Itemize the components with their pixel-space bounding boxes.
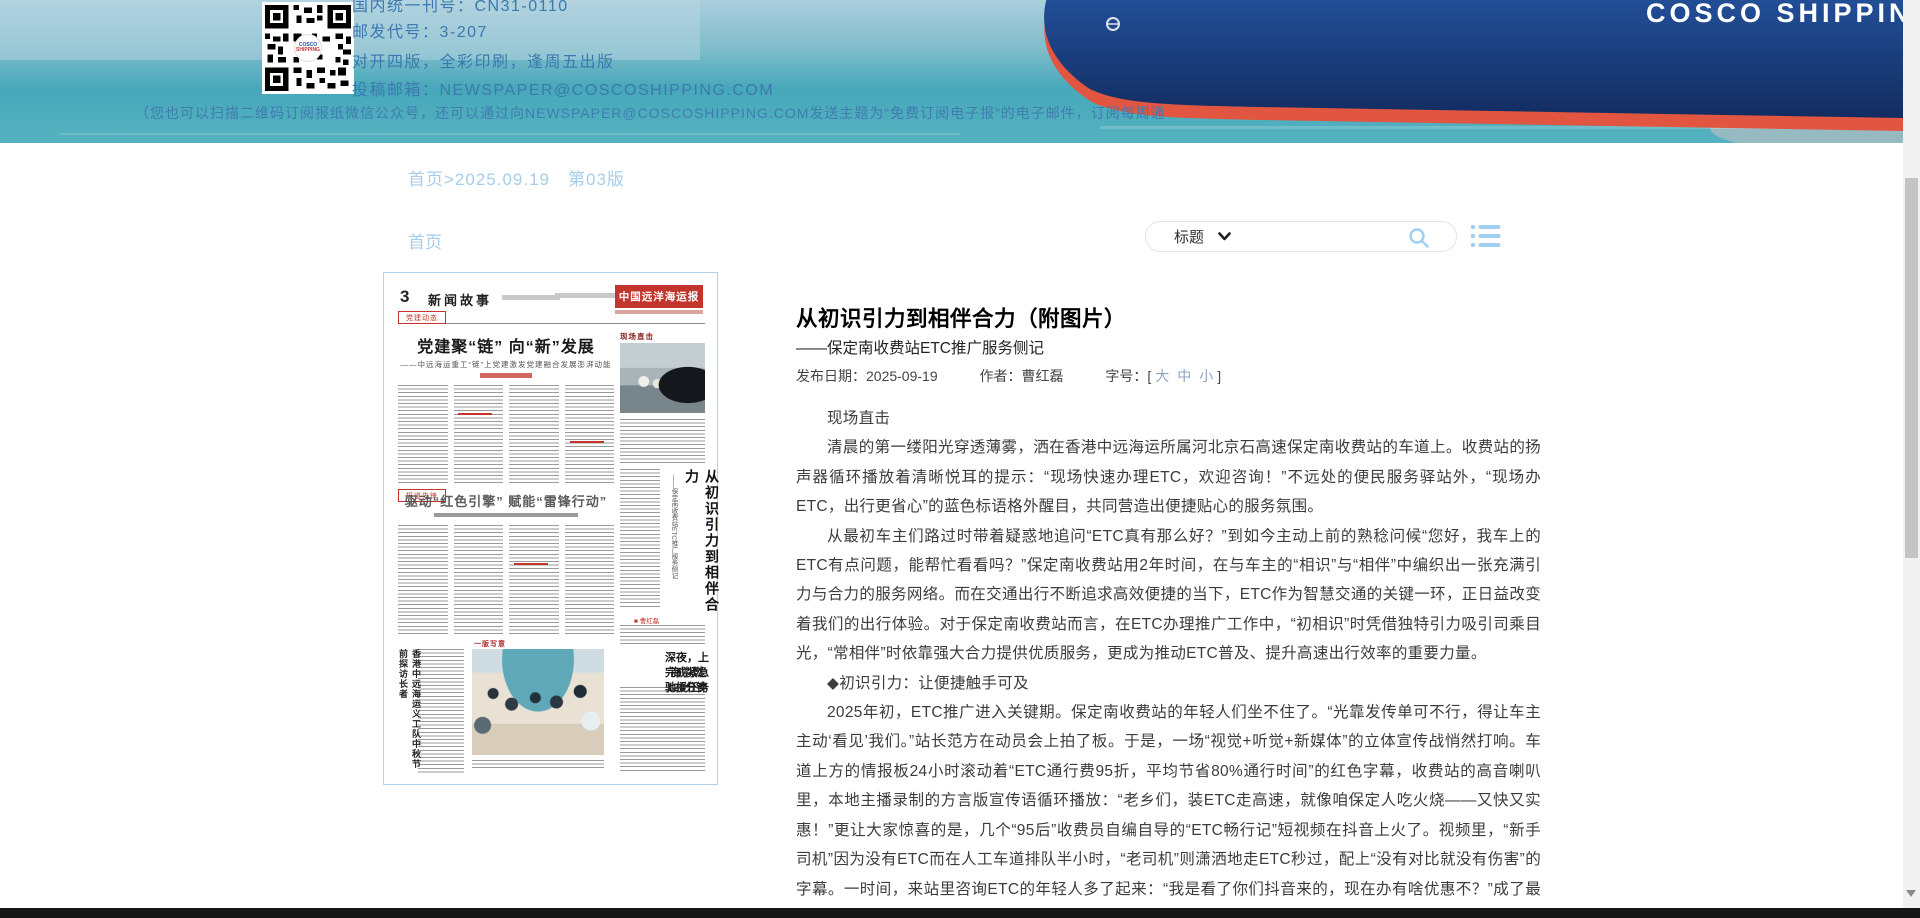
newspaper-page-thumbnail[interactable]: 3 新闻故事 中国远洋海运报 党建动态 党建聚“链” 向“新”发展 ——中远海运…: [383, 272, 718, 785]
article-paragraph: 从最初车主们路过时带着疑惑地追问“ETC真有那么好？”到如今主动上前的熟稔问候“…: [796, 522, 1541, 669]
article-body: 现场直击清晨的第一缕阳光穿透薄雾，洒在香港中远海运所属河北京石高速保定南收费站的…: [796, 404, 1541, 918]
footer-bar: [0, 908, 1920, 918]
search-icon[interactable]: [1408, 227, 1430, 249]
scrollbar-thumb[interactable]: [1905, 178, 1918, 558]
breadcrumb[interactable]: 首页>2025.09.19 第03版: [408, 165, 625, 190]
article-title: 从初识引力到相伴合力（附图片）: [796, 302, 1126, 333]
publish-date-label: 发布日期：: [796, 368, 866, 384]
font-size-large-button[interactable]: 大: [1155, 368, 1169, 384]
font-size-small-button[interactable]: 小: [1199, 368, 1213, 384]
thumb-date-bar: [555, 293, 617, 298]
browser-viewport: COSCO SHIPPING: [0, 0, 1920, 918]
chevron-down-icon: [1218, 232, 1231, 241]
thumb-page-number: 3: [400, 287, 409, 307]
ship-name-text: COSCO SHIPPING: [1646, 0, 1903, 28]
bracket: ]: [1217, 368, 1221, 384]
author-label: 作者：: [980, 368, 1022, 384]
thumb-right-text: [620, 687, 705, 773]
thumb-mid-headline: 驱动“红色引擎” 赋能“雷锋行动”: [398, 491, 614, 510]
thumb-lead-byline: [480, 373, 532, 378]
font-size-medium-button[interactable]: 中: [1177, 368, 1191, 384]
thumb-text-columns-upper: [398, 385, 614, 485]
thumb-text-columns-lower: [398, 525, 614, 635]
article-subtitle: ——保定南收费站ETC推广服务侧记: [796, 336, 1044, 358]
header-print-line: 对开四版，全彩印刷，逢周五出版: [352, 48, 615, 72]
search-bar[interactable]: 标题: [1145, 221, 1457, 252]
thumb-editor-note-bar: [502, 295, 560, 300]
article-paragraph: 清晨的第一缕阳光穿透薄雾，洒在香港中远海运所属河北京石高速保定南收费站的车道上。…: [796, 433, 1541, 521]
thumb-bottom-right-headline: 深夜，上海中燃120分钟 完成紧急驰援任务: [612, 651, 712, 666]
thumb-bottom-left-text: [418, 649, 464, 775]
publish-date: 2025-09-19: [866, 368, 938, 384]
list-view-icon[interactable]: [1471, 224, 1501, 249]
search-filter-label: 标题: [1174, 226, 1204, 247]
thumb-photo-caption: [472, 760, 604, 771]
article-meta: 发布日期：2025-09-19 作者：曹红磊 字号：[大中小]: [796, 366, 1221, 386]
thumb-right-text: [620, 625, 705, 645]
thumb-photo-etc-scene: [620, 343, 705, 413]
thumb-red-subhead: [458, 413, 492, 415]
search-filter-dropdown[interactable]: 标题: [1174, 226, 1231, 247]
header-email-line: 投稿邮箱：NEWSPAPER@COSCOSHIPPING.COM: [352, 76, 774, 100]
article-paragraph: 现场直击: [796, 404, 1541, 433]
thumb-red-subhead: [570, 441, 604, 443]
thumb-red-subhead: [514, 563, 548, 565]
thumb-photo-crowd-scene: [472, 649, 604, 755]
thumb-photo-label: 一版写意: [474, 639, 506, 649]
bracket: [: [1147, 368, 1151, 384]
thumb-masthead-subline: [615, 310, 703, 314]
thumb-masthead: 中国远洋海运报: [615, 285, 703, 308]
thumb-right-text: [620, 469, 660, 609]
header-banner: COSCO SHIPPING: [0, 0, 1903, 143]
article-paragraph: ◆初识引力：让便捷触手可及: [796, 669, 1541, 698]
author-name: 曹红磊: [1022, 368, 1064, 384]
font-size-label: 字号：: [1105, 368, 1147, 384]
thumb-vertical-title: 从初识引力到相伴合力: [682, 469, 722, 615]
header-postcode-line: 邮发代号：3-207: [352, 18, 488, 42]
home-link[interactable]: 首页: [408, 228, 442, 253]
thumb-tag-party: 党建动态: [398, 311, 446, 324]
thumb-section-title: 新闻故事: [428, 290, 492, 309]
thumb-vertical-subtitle: ——保定南收费站ETC推广服务侧记: [668, 475, 678, 609]
header-subscribe-note: （您也可以扫描二维码订阅报纸微信公众号，还可以通过向NEWSPAPER@COSC…: [135, 103, 1166, 123]
thumb-right-tag: 现场直击: [620, 331, 654, 342]
scrollbar-down-arrow-icon[interactable]: [1906, 890, 1916, 897]
thumb-vertical-author: ■ 曹红磊: [634, 615, 659, 625]
qr-code: COSCO SHIPPING: [262, 2, 354, 94]
header-issn-line: 国内统一刊号：CN31-0110: [352, 0, 569, 16]
article-paragraph: 2025年初，ETC推广进入关键期。保定南收费站的年轻人们坐不住了。“光靠发传单…: [796, 698, 1541, 918]
thumb-lead-headline: 党建聚“链” 向“新”发展: [398, 333, 614, 357]
qr-center-logo: COSCO SHIPPING: [294, 34, 322, 62]
thumb-mid-subline-bar: [434, 513, 578, 517]
thumb-right-text: [620, 419, 705, 463]
thumb-lead-subline: ——中远海运重工“链”上党建激发党建融合发展澎湃动能: [398, 359, 614, 370]
